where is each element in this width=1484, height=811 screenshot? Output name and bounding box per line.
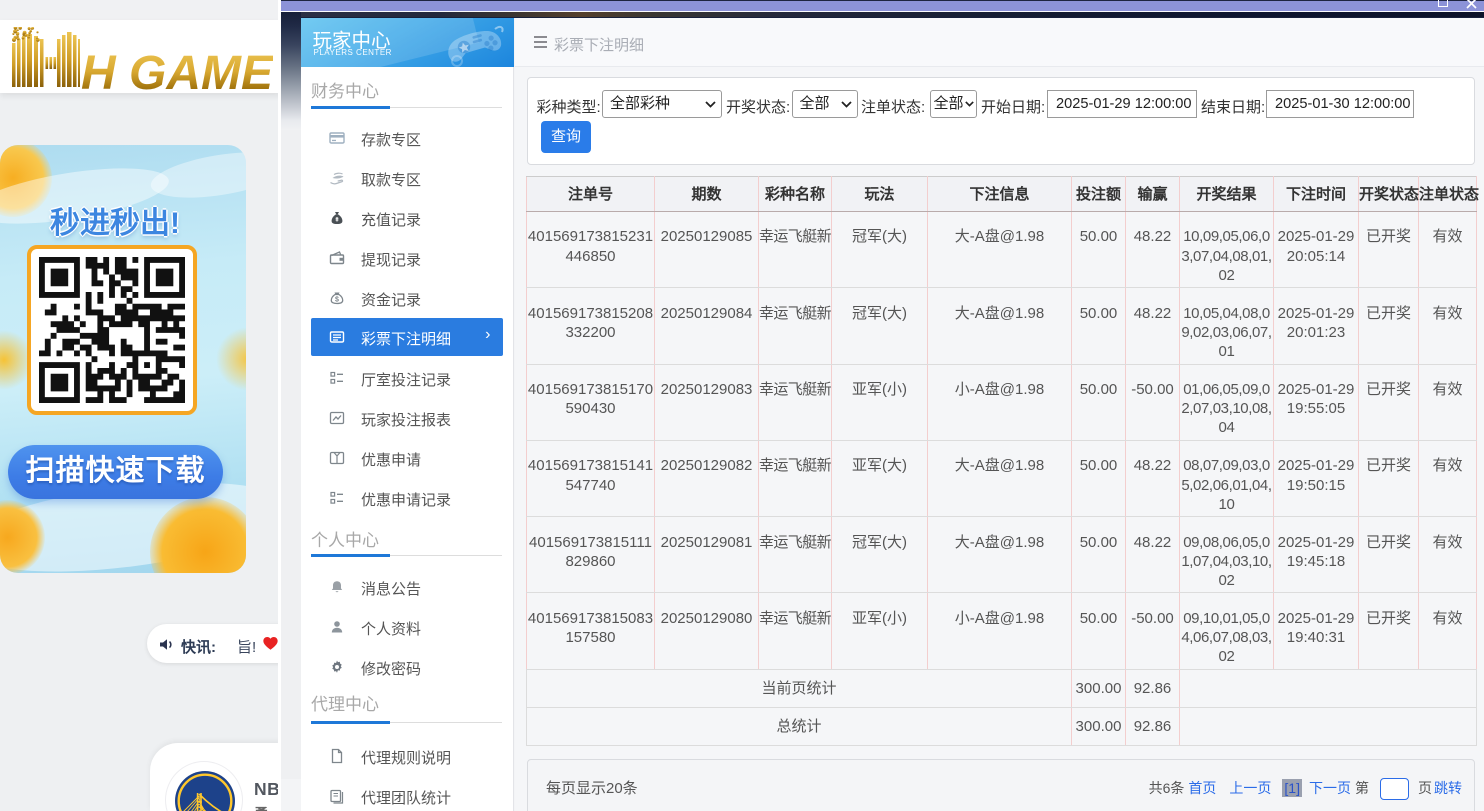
svg-text:$: $ bbox=[335, 297, 339, 304]
